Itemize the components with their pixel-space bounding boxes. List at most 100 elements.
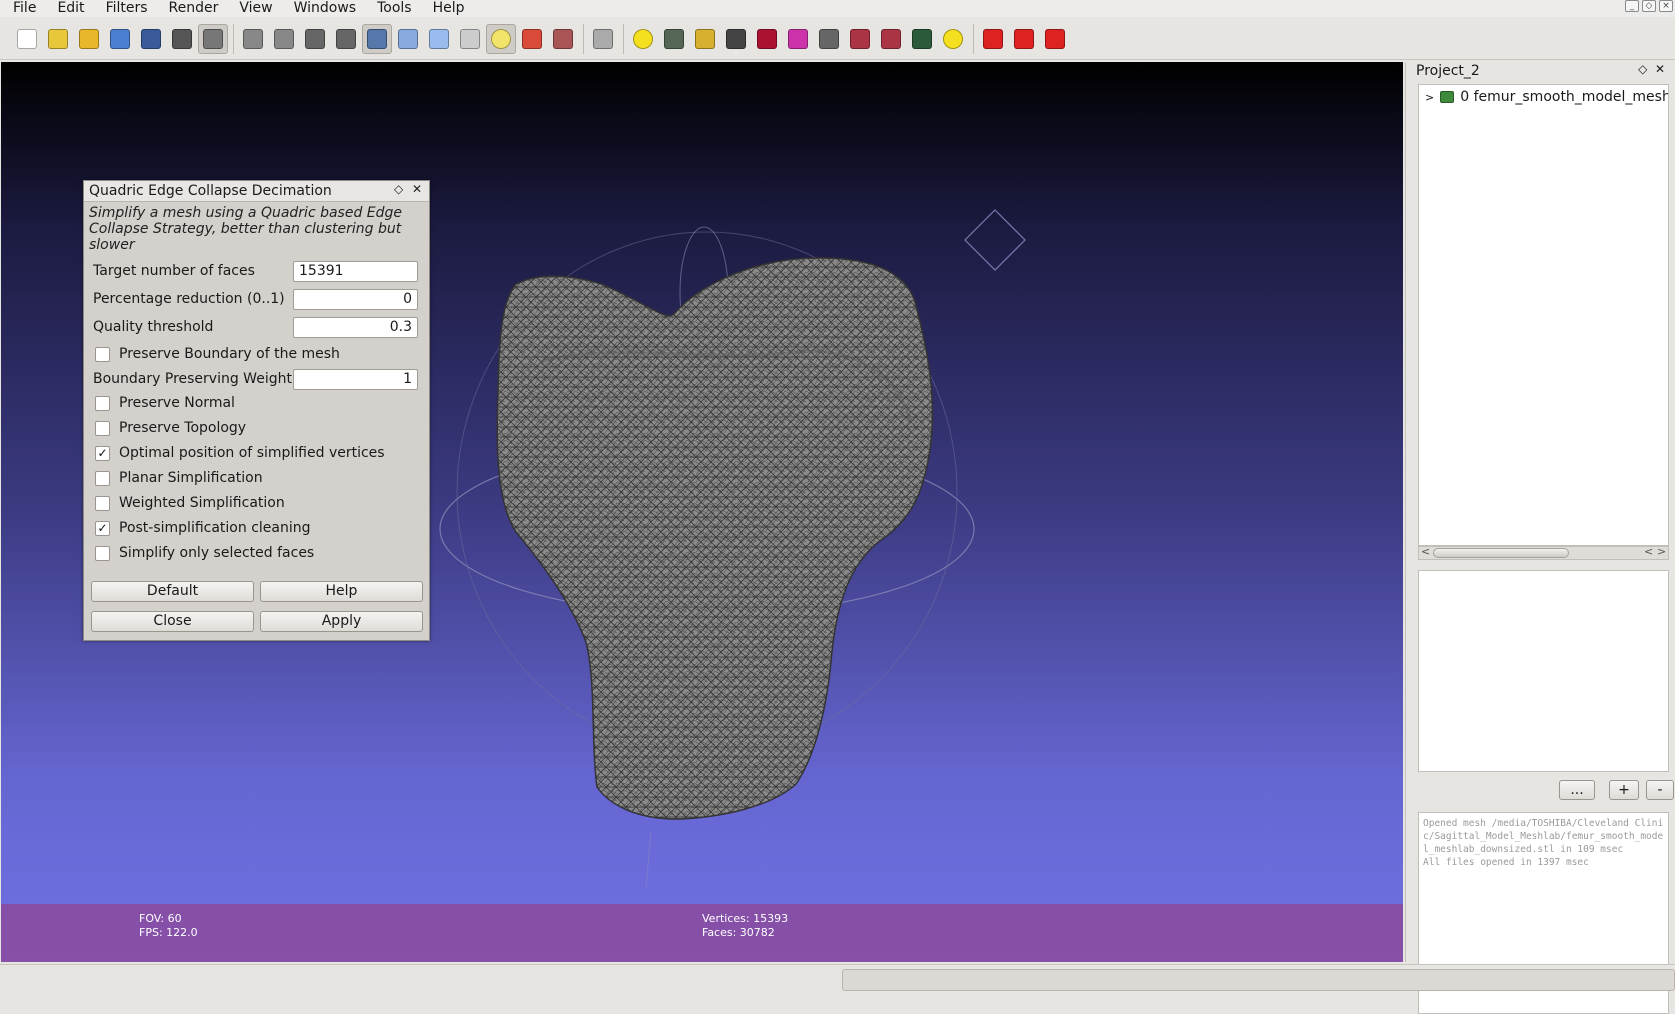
menu-view[interactable]: View (226, 0, 280, 17)
save-project-icon (141, 28, 161, 49)
layers-button[interactable] (198, 23, 228, 54)
target-faces-input[interactable]: 15391 (293, 260, 418, 282)
minimize-icon[interactable]: _ (1625, 0, 1639, 12)
layer-item[interactable]: > 0 femur_smooth_model_mesh (1425, 89, 1669, 105)
menu-edit[interactable]: Edit (44, 0, 92, 17)
window-controls: _ ◇ × (1625, 0, 1673, 12)
smooth-button[interactable] (424, 24, 454, 54)
wireframe-button[interactable] (300, 24, 330, 54)
dialog-titlebar[interactable]: Quadric Edge Collapse Decimation ◇ ✕ (84, 181, 429, 202)
new-file-button[interactable] (12, 24, 42, 54)
select-vertices-button[interactable] (876, 24, 906, 54)
color-paint-button[interactable] (783, 24, 813, 54)
menu-help[interactable]: Help (420, 0, 473, 17)
post-simplification-cleaning-checkbox[interactable]: ✓ Post-simplification cleaning (95, 518, 311, 538)
points-button[interactable] (269, 24, 299, 54)
layer-tree: > 0 femur_smooth_model_mesh (1418, 84, 1669, 546)
measure-button[interactable] (814, 24, 844, 54)
close-icon[interactable]: × (1659, 0, 1673, 12)
import-mesh-button[interactable] (74, 24, 104, 54)
planar-simplification-checkbox[interactable]: Planar Simplification (95, 468, 263, 488)
percentage-reduction-row: Percentage reduction (0..1) 0 (93, 288, 418, 310)
checkbox-label: Weighted Simplification (119, 495, 285, 511)
checkbox-box[interactable] (95, 470, 110, 486)
select-faces-button[interactable] (845, 24, 875, 54)
weighted-simplification-checkbox[interactable]: Weighted Simplification (95, 493, 285, 513)
toolbar-separator (623, 23, 624, 54)
progress-bar (842, 969, 1675, 991)
select-vertices-icon (881, 28, 901, 49)
reload-button[interactable] (105, 24, 135, 54)
default-button[interactable]: Default (91, 581, 254, 602)
checkmark-icon[interactable]: ✓ (95, 445, 110, 461)
brush-button[interactable] (721, 24, 751, 54)
percentage-reduction-input[interactable]: 0 (293, 288, 418, 310)
quality-threshold-input[interactable]: 0.3 (293, 316, 418, 338)
scroll-left-icon[interactable]: < (1644, 545, 1653, 558)
panel-close-icon[interactable]: ✕ (1655, 62, 1665, 76)
remove-button[interactable]: - (1646, 780, 1674, 800)
checkbox-box[interactable] (95, 545, 110, 561)
delete-faces-button[interactable] (978, 24, 1008, 54)
open-project-button[interactable] (43, 24, 73, 54)
light-button[interactable] (486, 23, 516, 54)
bounding-box-button[interactable] (238, 24, 268, 54)
preserve-boundary-checkbox[interactable]: Preserve Boundary of the mesh (95, 344, 340, 364)
dialog-close-icon[interactable]: ✕ (412, 182, 422, 196)
float-icon[interactable]: ◇ (1638, 62, 1647, 76)
hidden-lines-button[interactable] (331, 24, 361, 54)
menu-filters[interactable]: Filters (93, 0, 156, 17)
raster-button[interactable] (907, 24, 937, 54)
flat-lines-button[interactable] (362, 23, 392, 54)
close-button[interactable]: Close (91, 611, 254, 632)
light-icon (491, 28, 511, 49)
paint-button[interactable] (690, 24, 720, 54)
simplify-only-selected-faces-checkbox[interactable]: Simplify only selected faces (95, 543, 314, 563)
annotation-button[interactable] (628, 24, 658, 54)
manipulator-button[interactable] (659, 24, 689, 54)
checkbox-box[interactable] (95, 495, 110, 511)
restore-icon[interactable]: ◇ (1642, 0, 1656, 12)
snapshot-button[interactable] (167, 24, 197, 54)
scroll-left-icon[interactable]: < (1421, 545, 1430, 558)
checkbox-label: Preserve Normal (119, 395, 235, 411)
decimation-dialog: Quadric Edge Collapse Decimation ◇ ✕ Sim… (83, 180, 430, 641)
checkbox-box[interactable] (95, 395, 110, 411)
expand-icon[interactable]: > (1425, 91, 1434, 104)
texture-button[interactable] (455, 24, 485, 54)
checkbox-box[interactable] (95, 420, 110, 436)
add-button[interactable]: + (1609, 780, 1639, 800)
flat-button[interactable] (393, 24, 423, 54)
apply-button[interactable]: Apply (260, 611, 423, 632)
status-bar (0, 964, 1675, 991)
preserve-topology-checkbox[interactable]: Preserve Topology (95, 418, 246, 438)
select-tool-button[interactable] (588, 24, 618, 54)
save-project-button[interactable] (136, 24, 166, 54)
info-button[interactable] (938, 24, 968, 54)
delete-selection-button[interactable] (1040, 24, 1070, 54)
float-icon[interactable]: ◇ (394, 182, 403, 196)
visibility-eye-icon[interactable] (1440, 91, 1455, 103)
preserve-normal-checkbox[interactable]: Preserve Normal (95, 393, 235, 413)
more-button[interactable]: ... (1559, 780, 1595, 800)
panel-controls: ◇ ✕ (1638, 62, 1665, 76)
menu-bar: File Edit Filters Render View Windows To… (0, 0, 1675, 17)
scroll-thumb[interactable] (1433, 548, 1569, 558)
menu-tools[interactable]: Tools (364, 0, 420, 17)
menu-render[interactable]: Render (156, 0, 227, 17)
layer-name: 0 femur_smooth_model_mesh (1460, 89, 1669, 105)
menu-windows[interactable]: Windows (281, 0, 365, 17)
menu-file[interactable]: File (0, 0, 44, 17)
help-button[interactable]: Help (260, 581, 423, 602)
brush-icon (726, 28, 746, 49)
boundary-weight-input[interactable]: 1 (293, 368, 418, 390)
pick-points-button[interactable] (752, 24, 782, 54)
layer-tree-scrollbar[interactable]: < < > (1418, 545, 1669, 560)
checkmark-icon[interactable]: ✓ (95, 520, 110, 536)
checkbox-box[interactable] (95, 346, 110, 362)
scroll-right-icon[interactable]: > (1657, 545, 1666, 558)
double-side-lighting-button[interactable] (517, 24, 547, 54)
back-face-culling-button[interactable] (548, 24, 578, 54)
delete-vertices-button[interactable] (1009, 24, 1039, 54)
optimal-position-of-simplified-vertices-checkbox[interactable]: ✓ Optimal position of simplified vertices (95, 443, 385, 463)
